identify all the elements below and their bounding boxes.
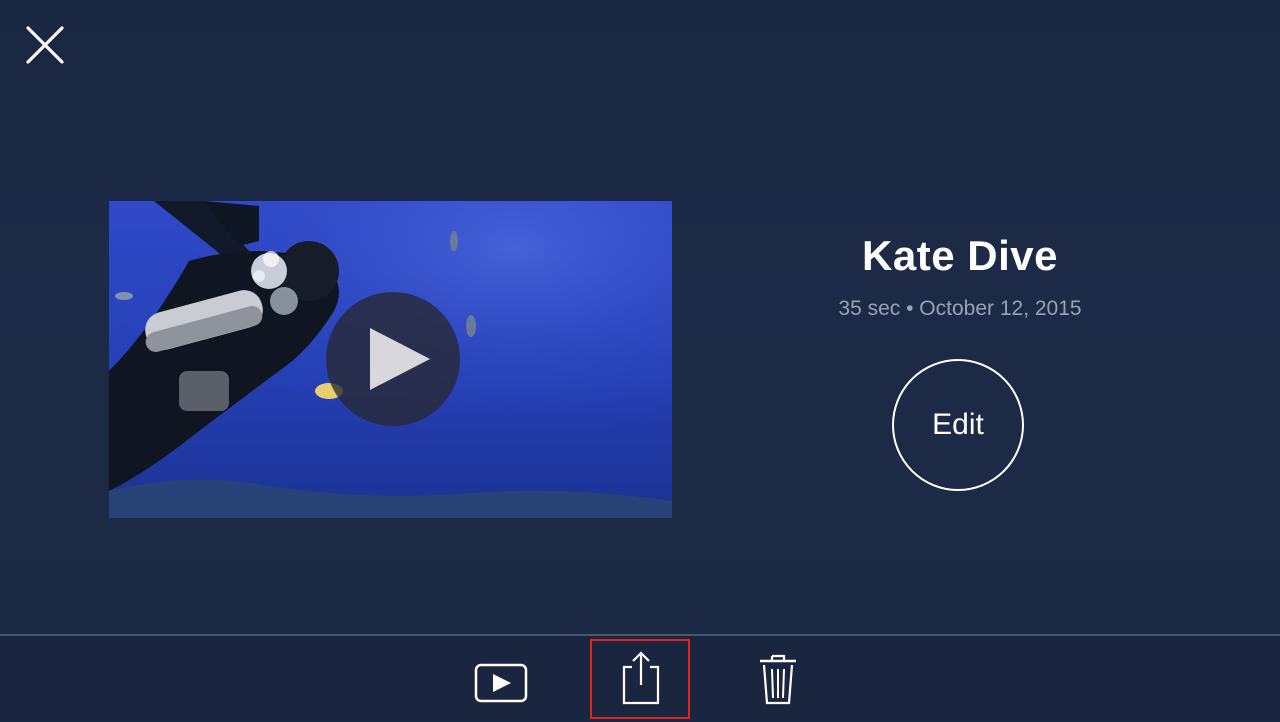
video-title: Kate Dive	[862, 232, 1058, 279]
share-button[interactable]	[590, 639, 690, 719]
play-overlay[interactable]	[326, 292, 460, 426]
close-button[interactable]	[24, 24, 66, 66]
trash-icon	[760, 654, 796, 705]
close-icon	[26, 26, 64, 64]
play-button[interactable]	[474, 663, 528, 703]
video-meta: 35 sec • October 12, 2015	[838, 297, 1082, 320]
play-icon	[370, 328, 430, 390]
video-info: Kate Dive 35 sec • October 12, 2015	[760, 230, 1160, 322]
share-icon	[622, 651, 660, 705]
bottom-toolbar	[0, 634, 1280, 719]
video-thumbnail[interactable]	[109, 201, 672, 518]
edit-button[interactable]: Edit	[892, 359, 1024, 491]
play-icon	[474, 663, 528, 703]
delete-button[interactable]	[757, 652, 799, 708]
